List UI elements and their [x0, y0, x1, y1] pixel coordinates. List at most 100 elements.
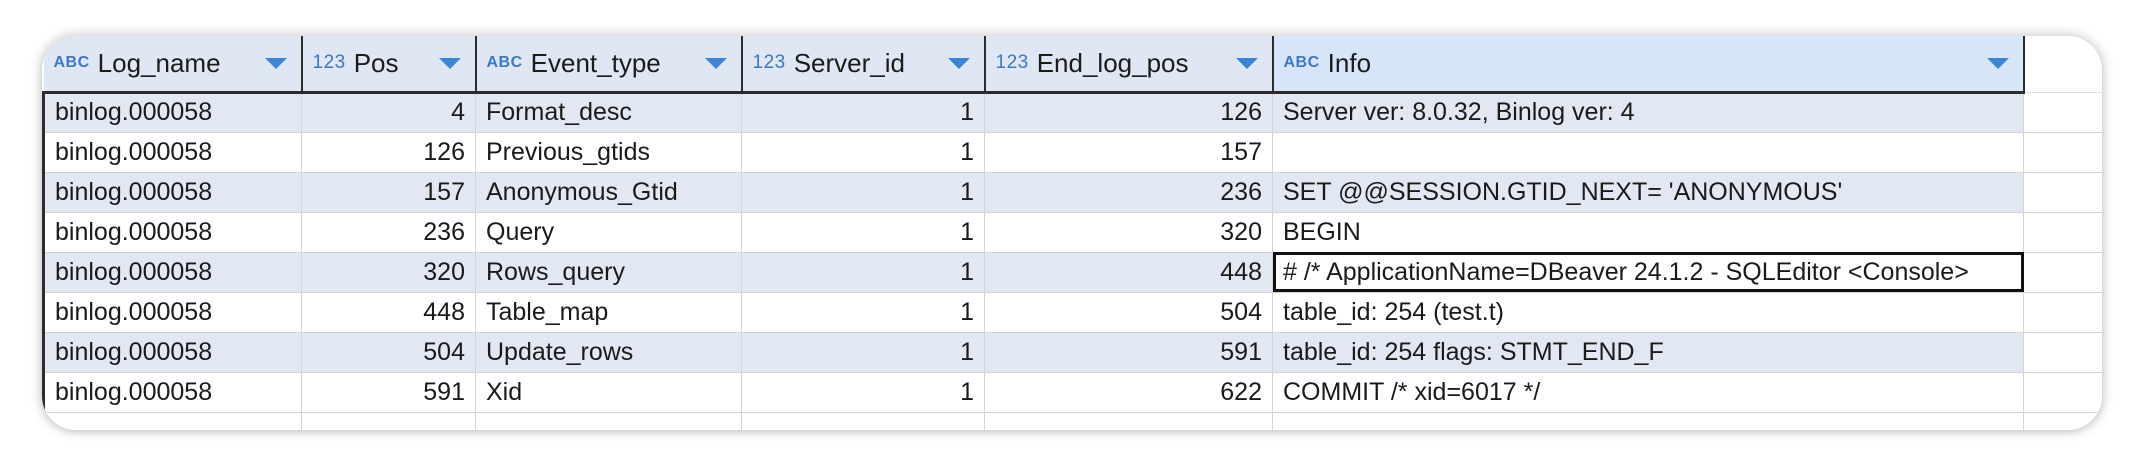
cell-info[interactable]: table_id: 254 (test.t)	[1272, 292, 2024, 333]
text-type-icon: ABC	[53, 54, 90, 72]
row-filler	[2023, 212, 2102, 253]
number-type-icon: 123	[312, 52, 346, 74]
cell-info[interactable]: Server ver: 8.0.32, Binlog ver: 4	[1272, 92, 2024, 133]
cell-pos[interactable]: 591	[301, 372, 476, 413]
cell-info-selected[interactable]: # /* ApplicationName=DBeaver 24.1.2 - SQ…	[1272, 252, 2024, 293]
empty-cell	[984, 412, 1273, 430]
column-header-end-log-pos[interactable]: 123 End_log_pos	[984, 36, 1274, 94]
cell-server-id[interactable]: 1	[741, 132, 985, 173]
column-header-pos[interactable]: 123 Pos	[301, 36, 477, 94]
cell-log-name[interactable]: binlog.000058	[42, 132, 302, 173]
cell-event-type[interactable]: Xid	[475, 372, 742, 413]
row-filler	[2023, 292, 2102, 333]
cell-end-log-pos[interactable]: 504	[984, 292, 1273, 333]
table-row[interactable]: binlog.000058 157 Anonymous_Gtid 1 236 S…	[42, 172, 2102, 213]
sort-caret-icon[interactable]	[704, 58, 727, 70]
cell-server-id[interactable]: 1	[741, 292, 985, 333]
cell-server-id[interactable]: 1	[741, 92, 985, 133]
column-header-log-name[interactable]: ABC Log_name	[43, 36, 303, 94]
binlog-events-table: ABC Log_name 123 Pos ABC Event_type 123 …	[42, 36, 2102, 430]
table-row[interactable]: binlog.000058 448 Table_map 1 504 table_…	[42, 292, 2102, 333]
column-label: Pos	[353, 47, 399, 78]
cell-pos[interactable]: 320	[301, 252, 476, 293]
cell-event-type[interactable]: Rows_query	[475, 252, 742, 293]
table-row[interactable]: binlog.000058 4 Format_desc 1 126 Server…	[42, 92, 2102, 133]
cell-end-log-pos[interactable]: 126	[984, 92, 1273, 133]
cell-info[interactable]: table_id: 254 flags: STMT_END_F	[1272, 332, 2024, 373]
cell-info[interactable]: SET @@SESSION.GTID_NEXT= 'ANONYMOUS'	[1272, 172, 2024, 213]
empty-row	[42, 412, 2102, 430]
column-label: End_log_pos	[1036, 47, 1189, 78]
cell-end-log-pos[interactable]: 157	[984, 132, 1273, 173]
cell-event-type[interactable]: Format_desc	[475, 92, 742, 133]
result-grid-panel: ABC Log_name 123 Pos ABC Event_type 123 …	[42, 36, 2102, 430]
column-label: Log_name	[97, 47, 221, 78]
cell-end-log-pos[interactable]: 591	[984, 332, 1273, 373]
empty-cell	[1272, 412, 2024, 430]
cell-server-id[interactable]: 1	[741, 172, 985, 213]
cell-event-type[interactable]: Anonymous_Gtid	[475, 172, 742, 213]
cell-end-log-pos[interactable]: 236	[984, 172, 1273, 213]
text-type-icon: ABC	[486, 54, 523, 72]
cell-server-id[interactable]: 1	[741, 332, 985, 373]
cell-pos[interactable]: 236	[301, 212, 476, 253]
column-header-info[interactable]: ABC Info	[1272, 36, 2025, 94]
sort-caret-icon[interactable]	[264, 58, 287, 70]
empty-cell	[42, 412, 302, 430]
cell-log-name[interactable]: binlog.000058	[42, 212, 302, 253]
row-filler	[2023, 132, 2102, 173]
sort-caret-icon[interactable]	[438, 58, 461, 70]
column-label: Info	[1327, 47, 1372, 78]
cell-pos[interactable]: 4	[301, 92, 476, 133]
cell-pos[interactable]: 126	[301, 132, 476, 173]
table-row[interactable]: binlog.000058 126 Previous_gtids 1 157	[42, 132, 2102, 173]
sort-caret-icon[interactable]	[947, 58, 970, 70]
cell-pos[interactable]: 157	[301, 172, 476, 213]
cell-server-id[interactable]: 1	[741, 372, 985, 413]
cell-event-type[interactable]: Table_map	[475, 292, 742, 333]
row-filler	[2023, 172, 2102, 213]
row-filler	[2023, 372, 2102, 413]
cell-log-name[interactable]: binlog.000058	[42, 172, 302, 213]
row-filler	[2023, 332, 2102, 373]
text-type-icon: ABC	[1283, 54, 1320, 72]
cell-pos[interactable]: 504	[301, 332, 476, 373]
cell-info[interactable]	[1272, 132, 2024, 173]
cell-info[interactable]: COMMIT /* xid=6017 */	[1272, 372, 2024, 413]
number-type-icon: 123	[752, 52, 786, 74]
cell-end-log-pos[interactable]: 320	[984, 212, 1273, 253]
table-row[interactable]: binlog.000058 320 Rows_query 1 448 # /* …	[42, 252, 2102, 293]
sort-caret-icon[interactable]	[1986, 58, 2009, 70]
cell-log-name[interactable]: binlog.000058	[42, 292, 302, 333]
row-filler	[2023, 252, 2102, 293]
cell-end-log-pos[interactable]: 622	[984, 372, 1273, 413]
number-type-icon: 123	[995, 52, 1029, 74]
sort-caret-icon[interactable]	[1235, 58, 1258, 70]
column-header-server-id[interactable]: 123 Server_id	[741, 36, 986, 94]
cell-log-name[interactable]: binlog.000058	[42, 92, 302, 133]
cell-log-name[interactable]: binlog.000058	[42, 372, 302, 413]
empty-cell	[301, 412, 476, 430]
empty-cell	[741, 412, 985, 430]
cell-log-name[interactable]: binlog.000058	[42, 252, 302, 293]
header-filler	[2023, 36, 2102, 93]
column-label: Event_type	[530, 47, 661, 78]
cell-end-log-pos[interactable]: 448	[984, 252, 1273, 293]
cell-event-type[interactable]: Query	[475, 212, 742, 253]
cell-event-type[interactable]: Previous_gtids	[475, 132, 742, 173]
column-header-event-type[interactable]: ABC Event_type	[475, 36, 743, 94]
cell-server-id[interactable]: 1	[741, 252, 985, 293]
cell-pos[interactable]: 448	[301, 292, 476, 333]
cell-info[interactable]: BEGIN	[1272, 212, 2024, 253]
cell-event-type[interactable]: Update_rows	[475, 332, 742, 373]
empty-cell	[475, 412, 742, 430]
cell-log-name[interactable]: binlog.000058	[42, 332, 302, 373]
cell-server-id[interactable]: 1	[741, 212, 985, 253]
table-row[interactable]: binlog.000058 591 Xid 1 622 COMMIT /* xi…	[42, 372, 2102, 413]
table-row[interactable]: binlog.000058 236 Query 1 320 BEGIN	[42, 212, 2102, 253]
header-row: ABC Log_name 123 Pos ABC Event_type 123 …	[43, 36, 2102, 94]
row-filler	[2023, 92, 2102, 133]
table-row[interactable]: binlog.000058 504 Update_rows 1 591 tabl…	[42, 332, 2102, 373]
column-label: Server_id	[793, 47, 905, 78]
row-filler	[2023, 412, 2102, 430]
